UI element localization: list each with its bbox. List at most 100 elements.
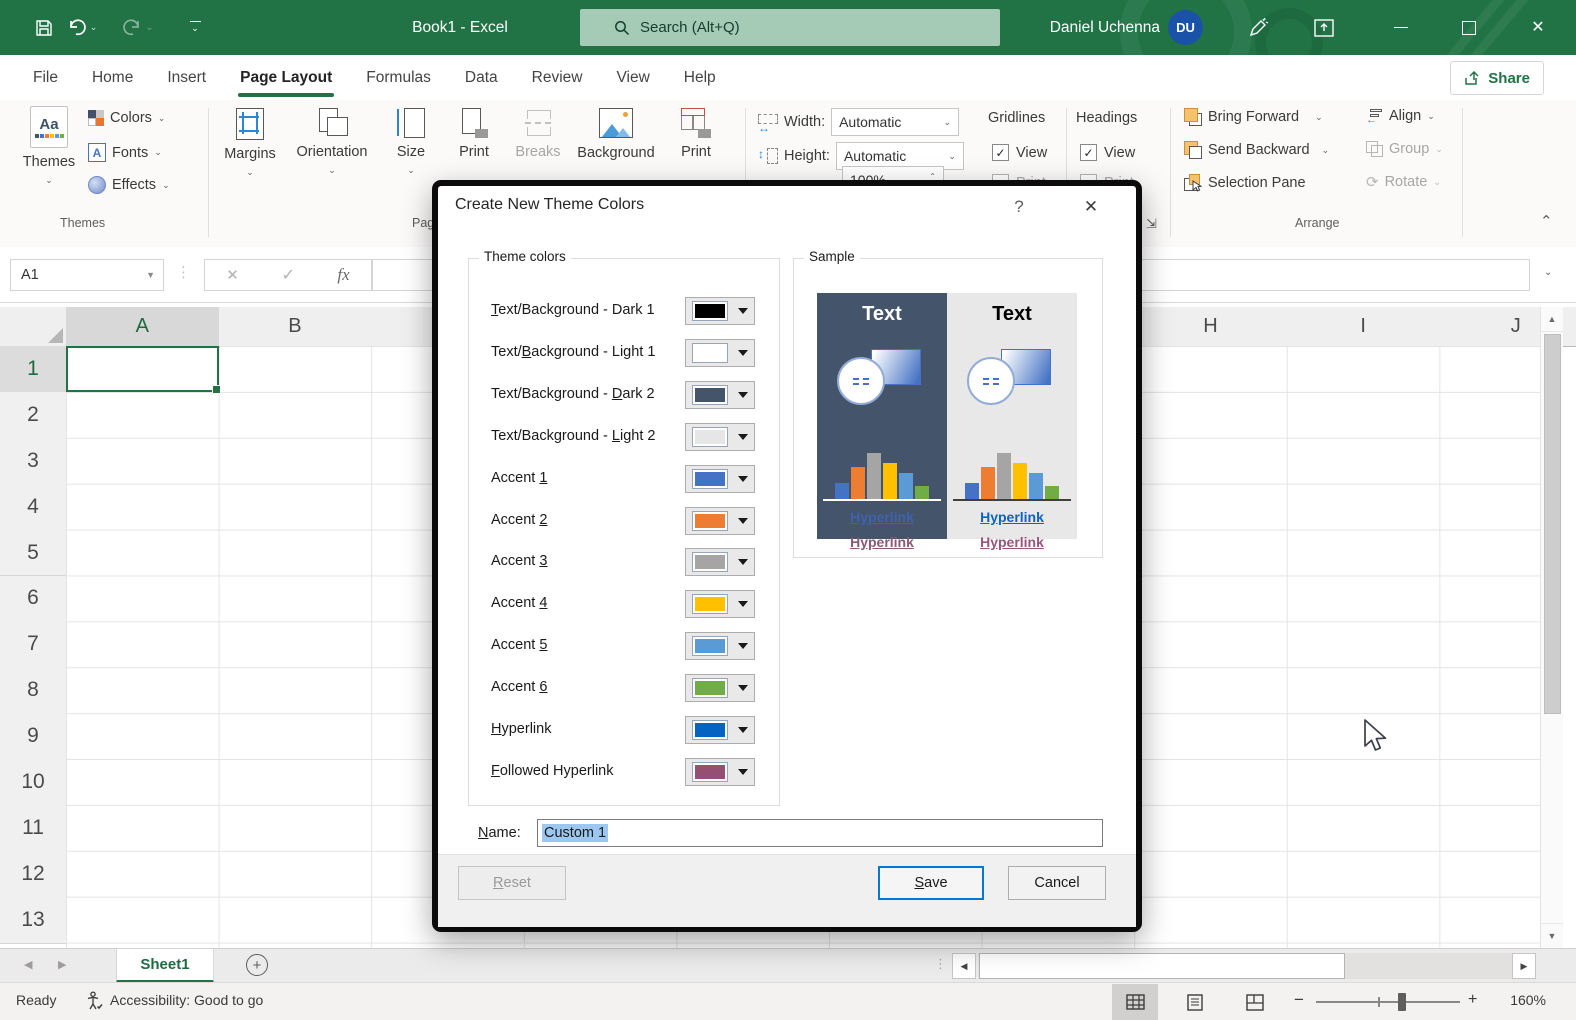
sheet-tab-active[interactable]: Sheet1 xyxy=(116,949,214,983)
undo-button[interactable]: ⌄ xyxy=(62,0,102,55)
row-header-3[interactable]: 3 xyxy=(0,438,67,485)
theme-color-swatch-button[interactable] xyxy=(685,339,755,367)
theme-color-swatch-button[interactable] xyxy=(685,716,755,744)
view-page-layout-button[interactable] xyxy=(1172,984,1218,1020)
formula-bar-separator[interactable]: ⋮ xyxy=(176,263,191,281)
column-header-A[interactable]: A xyxy=(66,307,220,348)
account-name[interactable]: Daniel Uchenna xyxy=(1028,0,1160,55)
tab-insert[interactable]: Insert xyxy=(150,55,223,100)
width-select[interactable]: Automatic⌄ xyxy=(831,108,959,136)
row-header-1[interactable]: 1 xyxy=(0,346,68,393)
print-area-button[interactable]: Print xyxy=(444,108,504,160)
expand-formula-bar-icon[interactable]: ⌄ xyxy=(1544,267,1552,278)
theme-color-swatch-button[interactable] xyxy=(685,632,755,660)
select-all-corner[interactable] xyxy=(0,307,67,347)
name-input[interactable]: Custom 1 xyxy=(537,819,1103,847)
close-button[interactable]: ✕ xyxy=(1506,0,1570,55)
hscroll-thumb[interactable] xyxy=(979,953,1345,979)
insert-function-icon[interactable]: fx xyxy=(337,265,349,285)
sheet-nav-right-icon[interactable]: ▶ xyxy=(58,958,66,971)
search-input[interactable]: Search (Alt+Q) xyxy=(580,9,1000,46)
row-header-2[interactable]: 2 xyxy=(0,392,67,439)
theme-color-swatch-button[interactable] xyxy=(685,674,755,702)
save-button[interactable] xyxy=(26,0,62,55)
name-box[interactable]: A1 ▼ xyxy=(10,259,164,291)
row-header-11[interactable]: 11 xyxy=(0,805,67,852)
column-header-I[interactable]: I xyxy=(1287,307,1441,347)
theme-color-swatch-button[interactable] xyxy=(685,423,755,451)
theme-effects-button[interactable]: Effects⌄ xyxy=(88,176,170,194)
sheet-nav-left-icon[interactable]: ◀ xyxy=(24,958,32,971)
splitter-dots-icon[interactable]: ⋮ xyxy=(934,956,947,972)
avatar[interactable]: DU xyxy=(1168,10,1203,45)
row-header-4[interactable]: 4 xyxy=(0,484,67,531)
row-header-6[interactable]: 6 xyxy=(0,576,67,623)
dialog-launcher-icon[interactable]: ⇲ xyxy=(1146,216,1157,232)
tab-file[interactable]: File xyxy=(16,55,75,100)
vertical-scroll-thumb[interactable] xyxy=(1544,334,1561,714)
theme-color-swatch-button[interactable] xyxy=(685,381,755,409)
hscroll-right-button[interactable]: ▶ xyxy=(1512,953,1536,979)
themes-button[interactable]: Aa Themes ⌄ xyxy=(20,106,78,186)
zoom-slider-thumb[interactable] xyxy=(1398,993,1406,1011)
cancel-button[interactable]: Cancel xyxy=(1008,866,1106,900)
scroll-up-icon[interactable]: ▲ xyxy=(1541,307,1563,332)
row-header-8[interactable]: 8 xyxy=(0,667,67,714)
align-button[interactable]: ← Align⌄ xyxy=(1366,108,1435,124)
share-button[interactable]: Share xyxy=(1450,61,1544,95)
row-header-10[interactable]: 10 xyxy=(0,759,67,806)
undo-dropdown-icon[interactable]: ⌄ xyxy=(90,22,98,33)
column-header-B[interactable]: B xyxy=(219,307,373,347)
selection-pane-button[interactable]: Selection Pane xyxy=(1184,174,1306,192)
fill-handle[interactable] xyxy=(212,385,221,394)
scroll-down-icon[interactable]: ▼ xyxy=(1541,923,1563,948)
maximize-button[interactable] xyxy=(1440,0,1498,55)
new-sheet-button[interactable]: + xyxy=(246,954,268,976)
feedback-button[interactable] xyxy=(1236,0,1280,55)
tab-formulas[interactable]: Formulas xyxy=(349,55,448,100)
collapse-ribbon-button[interactable]: ⌃ xyxy=(1540,212,1553,230)
zoom-out-button[interactable]: − xyxy=(1294,990,1304,1010)
tab-data[interactable]: Data xyxy=(448,55,515,100)
view-page-break-button[interactable] xyxy=(1232,984,1278,1020)
gridlines-view-checkbox[interactable]: ✓View xyxy=(992,144,1047,161)
background-button[interactable]: Background xyxy=(572,108,660,161)
theme-color-swatch-button[interactable] xyxy=(685,297,755,325)
ribbon-display-options-button[interactable] xyxy=(1302,0,1346,55)
theme-color-swatch-button[interactable] xyxy=(685,507,755,535)
status-accessibility[interactable]: Accessibility: Good to go xyxy=(110,992,263,1008)
customize-quick-access-button[interactable]: ⌄ xyxy=(178,0,212,55)
row-header-7[interactable]: 7 xyxy=(0,621,67,668)
tab-home[interactable]: Home xyxy=(75,55,150,100)
tab-review[interactable]: Review xyxy=(515,55,600,100)
margins-button[interactable]: Margins ⌄ xyxy=(222,108,278,178)
tab-help[interactable]: Help xyxy=(667,55,733,100)
row-header-5[interactable]: 5 xyxy=(0,530,67,577)
size-button[interactable]: Size ⌄ xyxy=(388,108,434,176)
minimize-button[interactable] xyxy=(1372,0,1430,55)
zoom-in-button[interactable]: + xyxy=(1468,991,1477,1009)
row-header-12[interactable]: 12 xyxy=(0,851,67,898)
vertical-scrollbar[interactable]: ▲ ▼ xyxy=(1540,307,1563,948)
theme-color-swatch-button[interactable] xyxy=(685,465,755,493)
dialog-close-button[interactable]: ✕ xyxy=(1068,192,1114,222)
view-normal-button[interactable] xyxy=(1112,984,1158,1020)
name-box-dropdown-icon[interactable]: ▼ xyxy=(146,270,155,280)
save-button[interactable]: Save xyxy=(878,866,984,900)
dialog-help-button[interactable]: ? xyxy=(998,192,1040,222)
tab-page-layout[interactable]: Page Layout xyxy=(223,55,349,100)
headings-view-checkbox[interactable]: ✓View xyxy=(1080,144,1135,161)
row-header-13[interactable]: 13 xyxy=(0,897,67,944)
zoom-level[interactable]: 160% xyxy=(1492,992,1546,1008)
bring-forward-button[interactable]: Bring Forward⌄ xyxy=(1184,108,1323,126)
theme-color-swatch-button[interactable] xyxy=(685,758,755,786)
print-titles-button[interactable]: Print xyxy=(666,108,726,160)
row-header-9[interactable]: 9 xyxy=(0,713,67,760)
orientation-button[interactable]: Orientation ⌄ xyxy=(286,108,378,176)
theme-fonts-button[interactable]: A Fonts⌄ xyxy=(88,143,162,162)
tab-view[interactable]: View xyxy=(599,55,666,100)
theme-color-swatch-button[interactable] xyxy=(685,590,755,618)
hscroll-left-button[interactable]: ◀ xyxy=(952,953,976,979)
column-header-H[interactable]: H xyxy=(1134,307,1288,347)
theme-color-swatch-button[interactable] xyxy=(685,548,755,576)
